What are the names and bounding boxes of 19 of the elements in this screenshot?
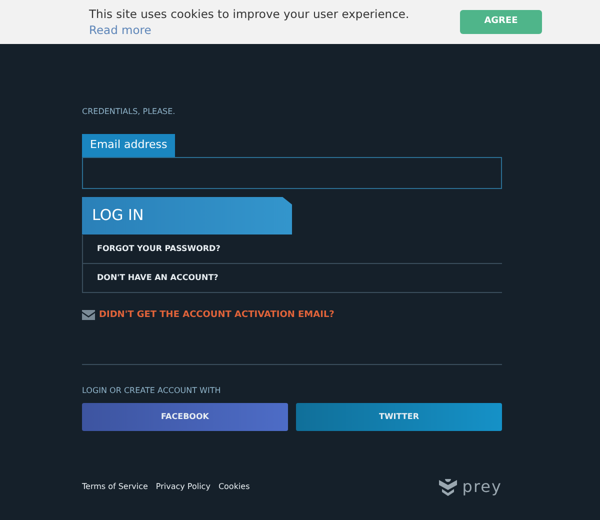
cookie-message: This site uses cookies to improve your user experience. Read more bbox=[89, 6, 410, 38]
envelope-icon bbox=[82, 310, 95, 320]
account-link[interactable]: DON'T HAVE AN ACCOUNT? bbox=[83, 264, 502, 292]
account-link[interactable]: FORGOT YOUR PASSWORD? bbox=[83, 234, 502, 264]
heading: CREDENTIALS, PLEASE. bbox=[82, 106, 176, 118]
log-in-button[interactable]: LOG IN bbox=[82, 196, 292, 234]
activation-email-link[interactable]: DIDN'T GET THE ACCOUNT ACTIVATION EMAIL? bbox=[99, 308, 334, 322]
footer-link[interactable]: Privacy Policy bbox=[156, 481, 210, 493]
twitter-button[interactable]: TWITTER bbox=[296, 403, 502, 431]
facebook-button[interactable]: FACEBOOK bbox=[82, 403, 288, 431]
prey-logo: prey bbox=[462, 476, 502, 498]
read-more-link[interactable]: Read more bbox=[89, 23, 152, 37]
shield-logo-icon bbox=[438, 478, 458, 496]
social-heading: LOGIN OR CREATE ACCOUNT WITH bbox=[82, 385, 222, 397]
email-label: Email address bbox=[82, 134, 176, 156]
agree-button[interactable]: AGREE bbox=[460, 10, 542, 34]
footer-link[interactable]: Cookies bbox=[218, 481, 250, 493]
email-field[interactable] bbox=[82, 156, 502, 188]
footer-link[interactable]: Terms of Service bbox=[82, 481, 148, 493]
